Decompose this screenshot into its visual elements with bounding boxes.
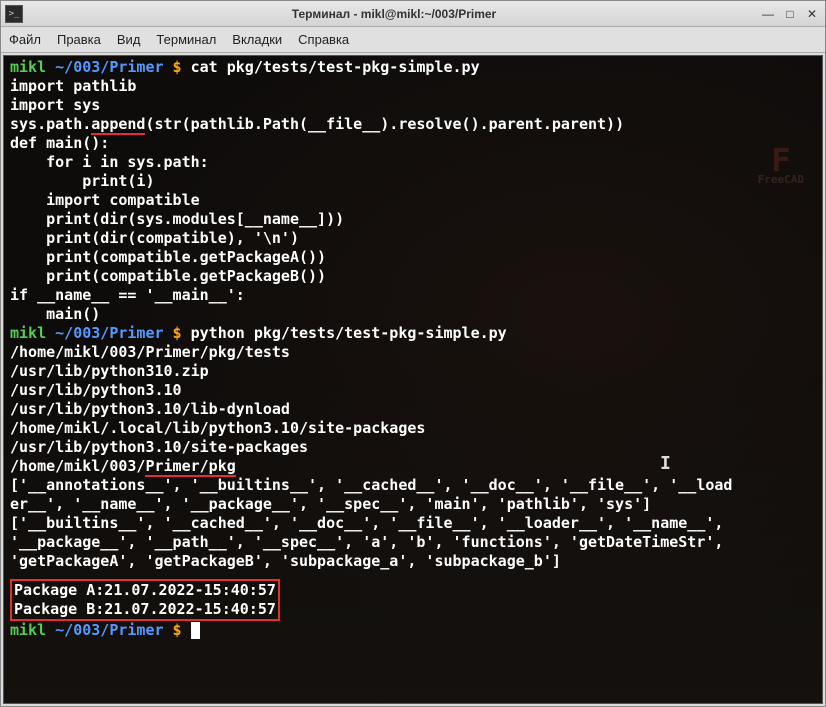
menubar: Файл Правка Вид Терминал Вкладки Справка — [1, 27, 825, 53]
command-text: cat pkg/tests/test-pkg-simple.py — [191, 58, 480, 76]
prompt-user: mikl — [10, 324, 55, 342]
prompt-dollar: $ — [164, 621, 191, 639]
source-line: if __name__ == '__main__': — [10, 286, 816, 305]
source-line: import sys — [10, 96, 816, 115]
source-line: def main(): — [10, 134, 816, 153]
maximize-button[interactable]: □ — [781, 5, 799, 23]
terminal-window: >_ Терминал - mikl@mikl:~/003/Primer — □… — [0, 0, 826, 707]
prompt-user: mikl — [10, 621, 55, 639]
menu-terminal[interactable]: Терминал — [156, 32, 216, 47]
output-line: ['__builtins__', '__cached__', '__doc__'… — [10, 514, 816, 533]
menu-view[interactable]: Вид — [117, 32, 141, 47]
output-line: Package A:21.07.2022-15:40:57 — [14, 581, 276, 600]
source-line: import compatible — [10, 191, 816, 210]
prompt-dollar: $ — [164, 58, 191, 76]
output-line: Package B:21.07.2022-15:40:57 — [14, 600, 276, 619]
window-controls: — □ ✕ — [759, 5, 821, 23]
output-line: /usr/lib/python310.zip — [10, 362, 816, 381]
source-line: print(compatible.getPackageA()) — [10, 248, 816, 267]
source-line: main() — [10, 305, 816, 324]
source-line: print(dir(compatible), '\n') — [10, 229, 816, 248]
app-icon: >_ — [5, 5, 23, 23]
source-line: sys.path.append(str(pathlib.Path(__file_… — [10, 115, 816, 134]
source-line: import pathlib — [10, 77, 816, 96]
output-line: er__', '__name__', '__package__', '__spe… — [10, 495, 816, 514]
prompt-user: mikl — [10, 58, 55, 76]
prompt-path: ~/003/Primer — [55, 621, 163, 639]
menu-file[interactable]: Файл — [9, 32, 41, 47]
output-line: /usr/lib/python3.10/site-packages — [10, 438, 816, 457]
highlight-box: Package A:21.07.2022-15:40:57 Package B:… — [10, 579, 280, 621]
output-line: /usr/lib/python3.10/lib-dynload — [10, 400, 816, 419]
command-text: python pkg/tests/test-pkg-simple.py — [191, 324, 507, 342]
prompt-path: ~/003/Primer — [55, 324, 163, 342]
highlight-underline: Primer/pkg — [145, 457, 235, 477]
output-line: 'getPackageA', 'getPackageB', 'subpackag… — [10, 552, 816, 571]
output-line: /home/mikl/003/Primer/pkg/tests — [10, 343, 816, 362]
output-line: ['__annotations__', '__builtins__', '__c… — [10, 476, 816, 495]
menu-edit[interactable]: Правка — [57, 32, 101, 47]
prompt-path: ~/003/Primer — [55, 58, 163, 76]
output-line: '__package__', '__path__', '__spec__', '… — [10, 533, 816, 552]
block-cursor — [191, 622, 200, 639]
terminal-output[interactable]: F FreeCAD I mikl ~/003/Primer $ cat pkg/… — [3, 55, 823, 704]
source-line: print(i) — [10, 172, 816, 191]
close-button[interactable]: ✕ — [803, 5, 821, 23]
highlight-underline: append — [91, 115, 145, 135]
source-line: for i in sys.path: — [10, 153, 816, 172]
prompt-dollar: $ — [164, 324, 191, 342]
output-line: /usr/lib/python3.10 — [10, 381, 816, 400]
source-line: print(compatible.getPackageB()) — [10, 267, 816, 286]
titlebar[interactable]: >_ Терминал - mikl@mikl:~/003/Primer — □… — [1, 1, 825, 27]
source-line: print(dir(sys.modules[__name__])) — [10, 210, 816, 229]
output-line: /home/mikl/003/Primer/pkg — [10, 457, 816, 476]
menu-tabs[interactable]: Вкладки — [232, 32, 282, 47]
minimize-button[interactable]: — — [759, 5, 777, 23]
output-line: /home/mikl/.local/lib/python3.10/site-pa… — [10, 419, 816, 438]
menu-help[interactable]: Справка — [298, 32, 349, 47]
window-title: Терминал - mikl@mikl:~/003/Primer — [29, 7, 759, 21]
